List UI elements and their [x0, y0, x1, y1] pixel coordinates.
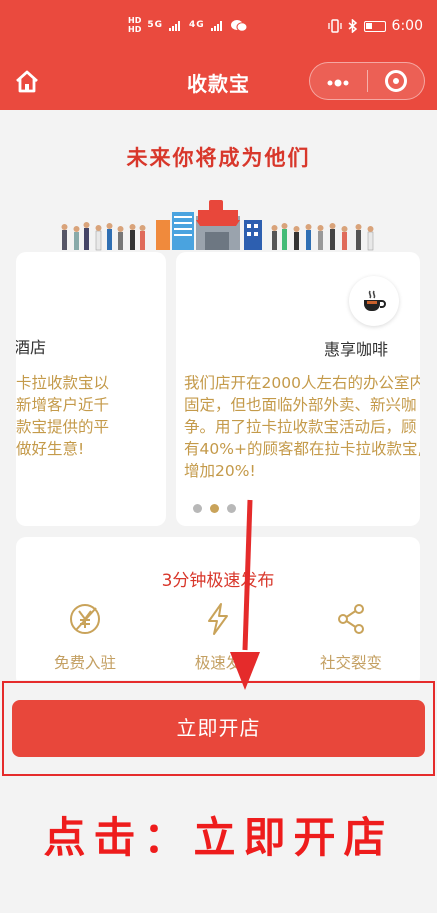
miniprogram-capsule — [309, 62, 425, 100]
lightning-icon — [208, 603, 228, 635]
feature-label: 社交裂变 — [319, 654, 382, 672]
coffee-icon — [349, 276, 399, 326]
signal-bars-icon — [210, 20, 222, 31]
testimonial-card[interactable]: 惠享咖啡 我们店开在2000人左右的办公室内 固定，但也面临外部外卖、新兴咖 争… — [176, 252, 420, 526]
story-line: 有40%+的顾客都在拉卡拉收款宝, — [184, 440, 420, 458]
more-dots-icon — [327, 79, 349, 86]
feature-label: 免费入驻 — [53, 654, 116, 672]
feature-panel: 3分钟极速发布 免费入驻 极速发 社交裂变 — [16, 537, 420, 687]
headline: 未来你将成为他们 — [126, 146, 311, 170]
app-header: 收款宝 — [0, 56, 437, 110]
story-line: 新增客户近千 — [16, 396, 110, 414]
instruction-annotation: 点击：立即开店 — [43, 813, 394, 862]
story-line: 款宝提供的平 — [16, 418, 110, 436]
highlight-frame — [2, 681, 435, 776]
more-button[interactable] — [310, 71, 367, 92]
signal-bars-icon — [169, 20, 180, 31]
yuan-circle-icon — [70, 604, 100, 634]
vibrate-icon — [327, 19, 342, 33]
carousel-indicator — [193, 504, 236, 513]
network-indicators: HD HD 5G 4G — [128, 16, 247, 34]
story-line: 固定，但也面临外部外卖、新兴咖 — [184, 396, 417, 414]
shop-name: 惠享咖啡 — [324, 340, 389, 359]
carousel-dot[interactable] — [227, 504, 236, 513]
people-left — [61, 222, 146, 251]
shop-name: 酒店 — [16, 338, 47, 357]
story-line: 争。用了拉卡拉收款宝活动后，顾 — [184, 418, 417, 436]
clock: 6:00 — [391, 18, 423, 34]
people-right — [271, 223, 374, 251]
story-line: 卡拉收款宝以 — [16, 374, 110, 392]
top-bar: HD HD 5G 4G 6:00 收款宝 — [0, 0, 437, 110]
testimonial-carousel[interactable]: 酒店 卡拉收款宝以 新增客户近千 款宝提供的平 做好生意! 惠享咖啡 我们店开在… — [16, 252, 420, 526]
story-line: 我们店开在2000人左右的办公室内 — [184, 374, 420, 392]
signal-4g: 4G — [189, 20, 205, 30]
wechat-icon — [230, 19, 247, 32]
feature-title: 3分钟极速发布 — [161, 571, 275, 591]
feature-label: 极速发 — [194, 654, 242, 672]
story-line: 增加20%! — [184, 462, 256, 480]
feature-fast-publish: 极速发 — [163, 599, 273, 673]
battery-icon — [363, 20, 386, 32]
buildings — [156, 200, 262, 250]
system-indicators: 6:00 — [327, 18, 423, 34]
hd-badge: HD HD — [128, 16, 142, 34]
status-bar: HD HD 5G 4G 6:00 — [0, 0, 437, 56]
testimonial-card[interactable]: 酒店 卡拉收款宝以 新增客户近千 款宝提供的平 做好生意! — [16, 252, 166, 526]
share-icon — [338, 604, 364, 634]
crowd-illustration — [61, 200, 374, 251]
bluetooth-icon — [348, 19, 357, 33]
story-line: 做好生意! — [16, 440, 85, 458]
feature-social-share: 社交裂变 — [296, 599, 406, 673]
carousel-dot-active[interactable] — [210, 504, 219, 513]
feature-free-join: 免费入驻 — [30, 599, 140, 673]
close-button[interactable] — [367, 70, 424, 92]
target-close-icon — [384, 70, 407, 92]
signal-5g: 5G — [147, 20, 163, 30]
carousel-dot[interactable] — [193, 504, 202, 513]
